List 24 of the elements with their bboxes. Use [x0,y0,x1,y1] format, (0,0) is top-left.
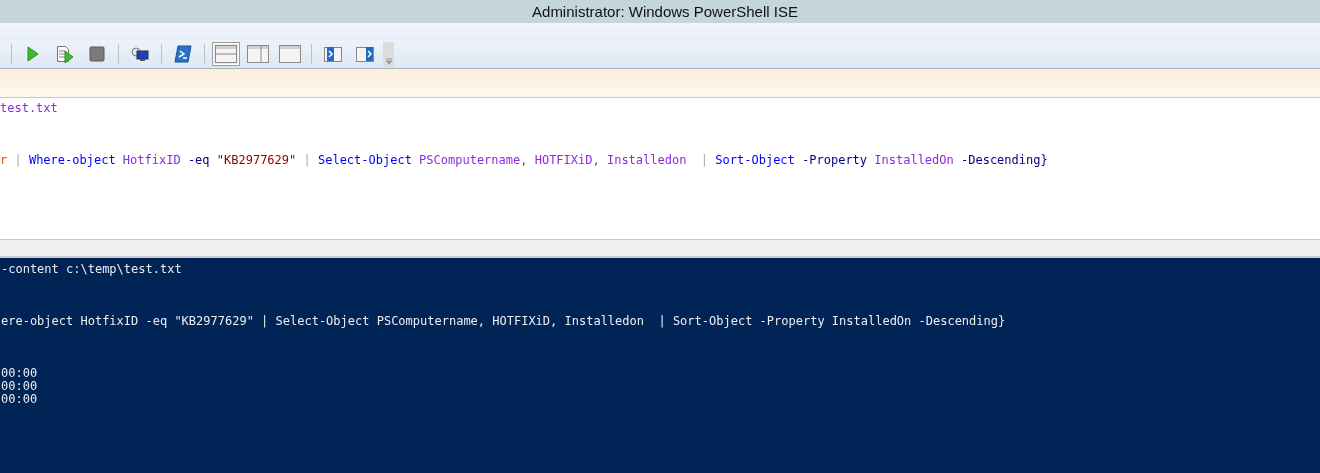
layout-icon [278,44,302,64]
console-output-line: 00:00 [0,367,38,380]
pane-icon [323,45,343,63]
code-line: test.txt [0,100,58,116]
caret-icon [384,57,393,64]
stop-icon [89,46,105,62]
script-top-layout-button[interactable] [212,42,240,66]
play-icon [26,46,40,62]
document-play-icon [56,45,74,63]
pane-icon [355,45,375,63]
toolbar-overflow-button[interactable] [383,41,394,67]
script-right-layout-button[interactable] [244,42,272,66]
console-output-line: 00:00 [0,393,38,406]
console-output-line: ere-object HotfixID -eq "KB2977629" | Select-Object PSComputername, HOTFIXiD, Installedon | Sort-Object -Property InstalledOn -Descending} [0,315,1006,328]
window-title: Administrator: Windows PowerShell ISE [531,3,798,20]
code-line: r | Where-object HotfixID -eq "KB2977629" | Select-Object PSComputername, HOTFIXiD, Installedon | Sort-Object -Property InstalledOn -Descending} [0,152,1048,168]
monitor-icon [131,46,149,62]
layout-icon [246,44,270,64]
layout-icon [214,44,238,64]
powershell-icon [174,45,192,63]
maximize-script-button[interactable] [276,42,304,66]
console-output-line: 00:00 [0,380,38,393]
console-output-line: -content c:\temp\test.txt [0,263,182,276]
console-pane[interactable]: -content c:\temp\test.txt ere-object HotfixID -eq "KB2977629" | Select-Object PSComputername, HOTFIXiD, Installedon | Sort-Object -Property InstalledOn -Descending} 00:00 00:00 00:00 [0,258,1320,473]
